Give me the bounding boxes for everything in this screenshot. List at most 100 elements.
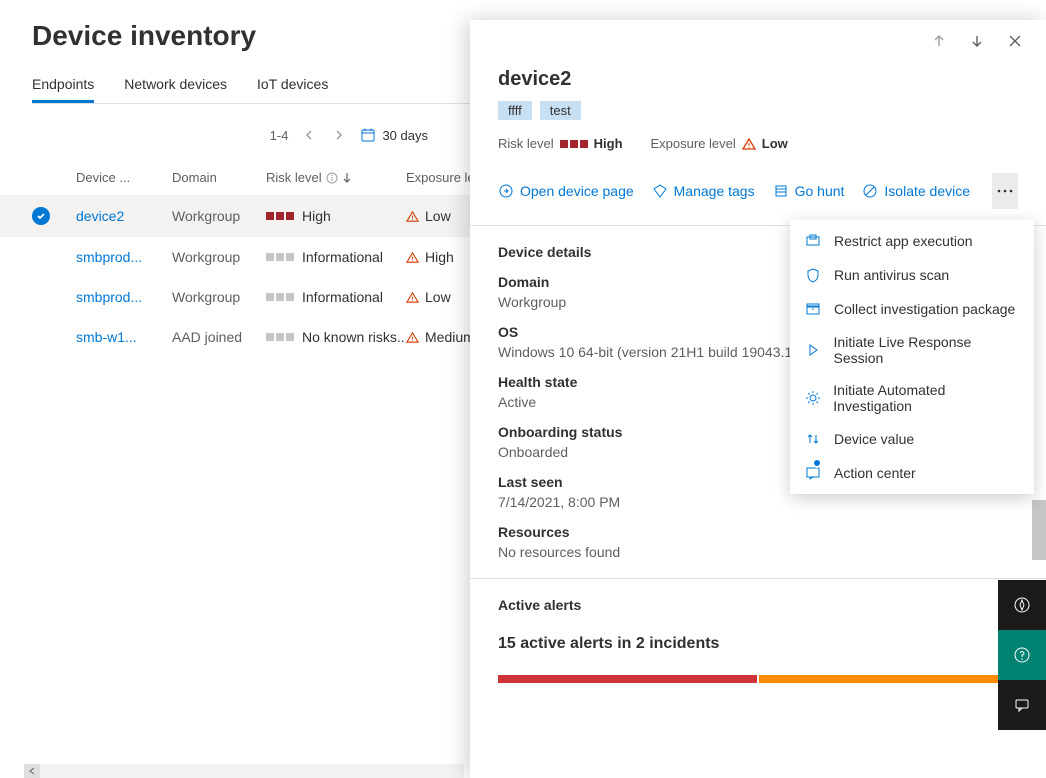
isolate-icon bbox=[862, 183, 878, 199]
more-actions-menu: Restrict app execution Run antivirus scan… bbox=[790, 220, 1034, 494]
date-range-label: 30 days bbox=[382, 128, 428, 143]
menu-item-run-antivirus-scan[interactable]: Run antivirus scan bbox=[790, 258, 1034, 292]
shield-icon bbox=[804, 266, 822, 284]
menu-item-collect-investigation-package[interactable]: Collect investigation package bbox=[790, 292, 1034, 326]
alerts-summary: 15 active alerts in 2 incidents bbox=[498, 635, 1018, 653]
domain-cell: AAD joined bbox=[172, 329, 266, 345]
arrow-up-icon bbox=[932, 34, 946, 48]
play-icon bbox=[804, 341, 822, 359]
menu-item-initiate-live-response-session[interactable]: Initiate Live Response Session bbox=[790, 326, 1034, 374]
warning-icon bbox=[406, 210, 419, 223]
menu-item-label: Initiate Live Response Session bbox=[834, 334, 1020, 366]
menu-item-label: Collect investigation package bbox=[834, 301, 1015, 317]
restrict-icon bbox=[804, 232, 822, 250]
col-risk[interactable]: Risk level bbox=[266, 170, 406, 185]
risk-boxes-icon bbox=[266, 333, 294, 341]
lastseen-value: 7/14/2021, 8:00 PM bbox=[498, 494, 1018, 510]
isolate-device-button[interactable]: Isolate device bbox=[862, 183, 970, 199]
row-selected-icon bbox=[32, 207, 50, 225]
risk-boxes-icon bbox=[266, 293, 294, 301]
resources-value: No resources found bbox=[498, 544, 1018, 560]
risk-cell: High bbox=[266, 208, 406, 224]
rail-button-1[interactable] bbox=[998, 580, 1046, 630]
warning-icon bbox=[406, 291, 419, 304]
compass-icon bbox=[1013, 596, 1031, 614]
panel-close-button[interactable] bbox=[1006, 32, 1024, 50]
tag-icon bbox=[652, 183, 668, 199]
panel-device-title: device2 bbox=[498, 68, 1018, 91]
open-link-icon bbox=[498, 183, 514, 199]
device-tag[interactable]: test bbox=[540, 101, 581, 120]
page-count: 1-4 bbox=[270, 128, 289, 143]
domain-cell: Workgroup bbox=[172, 208, 266, 224]
panel-next-button[interactable] bbox=[968, 32, 986, 50]
date-range-button[interactable]: 30 days bbox=[360, 127, 428, 143]
warning-icon bbox=[406, 251, 419, 264]
list-toolbar: 1-4 30 days bbox=[32, 126, 452, 144]
calendar-icon bbox=[360, 127, 376, 143]
col-device[interactable]: Device ... bbox=[76, 170, 172, 185]
device-tag[interactable]: ffff bbox=[498, 101, 532, 120]
rail-button-help[interactable] bbox=[998, 630, 1046, 680]
tab-network-devices[interactable]: Network devices bbox=[124, 76, 227, 103]
feedback-icon bbox=[1013, 696, 1031, 714]
warning-icon bbox=[742, 137, 756, 151]
resources-label: Resources bbox=[498, 524, 1018, 540]
sort-down-icon bbox=[342, 172, 352, 184]
rail-button-feedback[interactable] bbox=[998, 680, 1046, 730]
active-alerts-header: Active alerts bbox=[498, 597, 581, 613]
arrow-down-icon bbox=[970, 34, 984, 48]
chevron-right-icon bbox=[333, 129, 345, 141]
panel-command-bar: Open device page Manage tags Go hunt Iso… bbox=[498, 173, 1018, 225]
domain-cell: Workgroup bbox=[172, 249, 266, 265]
risk-level-indicator: Risk level High bbox=[498, 136, 623, 151]
panel-prev-button[interactable] bbox=[930, 32, 948, 50]
open-device-page-button[interactable]: Open device page bbox=[498, 183, 634, 199]
tab-endpoints[interactable]: Endpoints bbox=[32, 76, 94, 103]
domain-cell: Workgroup bbox=[172, 289, 266, 305]
more-actions-button[interactable] bbox=[992, 173, 1018, 209]
menu-item-label: Restrict app execution bbox=[834, 233, 973, 249]
menu-item-device-value[interactable]: Device value bbox=[790, 422, 1034, 456]
menu-item-label: Device value bbox=[834, 431, 914, 447]
tab-iot-devices[interactable]: IoT devices bbox=[257, 76, 328, 103]
updown-icon bbox=[804, 430, 822, 448]
device-name-link[interactable]: smbprod... bbox=[76, 249, 172, 265]
feedback-rail bbox=[998, 580, 1046, 730]
panel-tags: ffff test bbox=[498, 101, 1018, 120]
horizontal-scrollbar[interactable] bbox=[24, 764, 464, 778]
chevron-left-icon bbox=[303, 129, 315, 141]
menu-item-label: Initiate Automated Investigation bbox=[833, 382, 1020, 414]
notification-badge-icon bbox=[812, 458, 822, 468]
risk-boxes-icon bbox=[266, 212, 294, 220]
hunt-icon bbox=[773, 183, 789, 199]
col-risk-label: Risk level bbox=[266, 170, 322, 185]
col-domain[interactable]: Domain bbox=[172, 170, 266, 185]
manage-tags-button[interactable]: Manage tags bbox=[652, 183, 755, 199]
gear-icon bbox=[804, 389, 821, 407]
risk-cell: No known risks.. bbox=[266, 329, 406, 345]
more-icon bbox=[997, 189, 1013, 193]
menu-item-action-center[interactable]: Action center bbox=[790, 456, 1034, 490]
risk-cell: Informational bbox=[266, 249, 406, 265]
device-name-link[interactable]: device2 bbox=[76, 208, 172, 224]
risk-cell: Informational bbox=[266, 289, 406, 305]
risk-boxes-icon bbox=[266, 253, 294, 261]
menu-item-restrict-app-execution[interactable]: Restrict app execution bbox=[790, 224, 1034, 258]
prev-page-button[interactable] bbox=[300, 126, 318, 144]
next-page-button[interactable] bbox=[330, 126, 348, 144]
go-hunt-button[interactable]: Go hunt bbox=[773, 183, 845, 199]
help-icon bbox=[1013, 646, 1031, 664]
menu-item-label: Run antivirus scan bbox=[834, 267, 949, 283]
menu-item-initiate-automated-investigation[interactable]: Initiate Automated Investigation bbox=[790, 374, 1034, 422]
menu-item-label: Action center bbox=[834, 465, 916, 481]
exposure-level-indicator: Exposure level Low bbox=[651, 136, 788, 151]
warning-icon bbox=[406, 331, 419, 344]
device-name-link[interactable]: smb-w1... bbox=[76, 329, 172, 345]
device-name-link[interactable]: smbprod... bbox=[76, 289, 172, 305]
scroll-left-button[interactable] bbox=[24, 764, 40, 778]
alerts-severity-bar bbox=[498, 675, 1018, 683]
panel-scrollbar[interactable] bbox=[1032, 500, 1046, 560]
info-icon bbox=[326, 172, 338, 184]
package-icon bbox=[804, 300, 822, 318]
